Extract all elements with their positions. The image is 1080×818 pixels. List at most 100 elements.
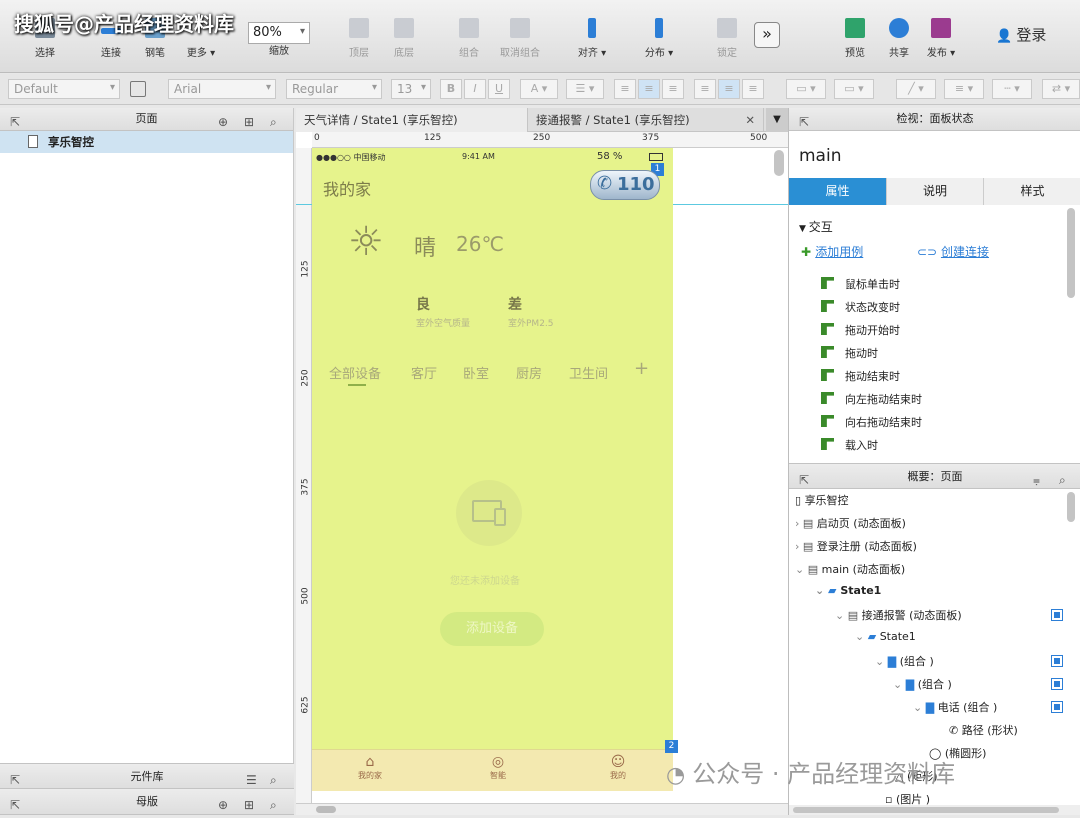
style-select[interactable]: Default [8, 79, 120, 99]
scroll-thumb[interactable] [316, 806, 336, 813]
event-item[interactable]: 鼠标单击时 [821, 276, 900, 292]
underline-button[interactable]: U [488, 79, 510, 99]
event-item[interactable]: 载入时 [821, 437, 878, 453]
ungroup-button[interactable]: 取消组合 [490, 14, 550, 59]
phone-mockup[interactable]: ●●●○○ 中国移动 9:41 AM 58 % 1 我的家 ✆ 110 ☼ 晴 … [312, 148, 673, 791]
add-folder-icon[interactable]: ⊞ [244, 792, 254, 818]
event-item[interactable]: 拖动时 [821, 345, 878, 361]
tab-weather-detail[interactable]: 天气详情 / State1 (享乐智控) [296, 108, 528, 132]
nav-home[interactable]: ⌂ 我的家 [352, 754, 388, 781]
font-weight-select[interactable]: Regular [286, 79, 382, 99]
design-canvas[interactable]: 0 125 250 375 500 125 250 375 500 625 ●●… [296, 132, 788, 803]
event-item[interactable]: 向左拖动结束时 [821, 391, 922, 407]
tab-alarm[interactable]: 接通报警 / State1 (享乐智控) ✕ [528, 108, 764, 132]
style-edit-icon[interactable] [130, 81, 146, 97]
visibility-checkbox[interactable] [1051, 701, 1063, 713]
tabs-dropdown-icon[interactable]: ▼ [766, 108, 788, 132]
valign-bottom-button[interactable]: ≡ [742, 79, 764, 99]
outline-item[interactable]: › ▤ 登录注册 (动态面板) [795, 538, 917, 554]
publish-button[interactable]: 发布 ▾ [912, 14, 970, 59]
nav-me[interactable]: ☺ 我的 [600, 754, 636, 781]
search-icon[interactable]: ⌕ [1059, 467, 1066, 493]
outline-item[interactable]: ⌄ ▤ main (动态面板) [795, 561, 905, 577]
vertical-scrollbar[interactable] [774, 150, 784, 176]
event-item[interactable]: 向右拖动结束时 [821, 414, 922, 430]
scroll-thumb[interactable] [793, 807, 1059, 813]
collapse-icon[interactable]: ⇱ [10, 792, 20, 818]
ungroup-icon [510, 18, 530, 38]
tab-style[interactable]: 样式 [984, 178, 1080, 205]
valign-top-button[interactable]: ≡ [694, 79, 716, 99]
pages-panel-header: ⇱ 页面 ⊕ ⊞ ⌕ [0, 108, 293, 131]
outline-item[interactable]: ⌄ ▇ (组合 ) [875, 653, 934, 669]
visibility-checkbox[interactable] [1051, 655, 1063, 667]
bold-button[interactable]: B [440, 79, 462, 99]
send-to-back-button[interactable]: 底层 [375, 14, 433, 59]
align-center-button[interactable]: ≡ [638, 79, 660, 99]
outline-item[interactable]: ✆ 路径 (形状) [949, 722, 1018, 738]
event-item[interactable]: 状态改变时 [821, 299, 900, 315]
font-color-button[interactable]: A ▾ [520, 79, 558, 99]
list-button[interactable]: ☰ ▾ [566, 79, 604, 99]
outline-item[interactable]: ⌄ ▰ State1 [855, 630, 916, 643]
filter-icon[interactable]: ⩦ [1033, 467, 1040, 493]
italic-button[interactable]: I [464, 79, 486, 99]
tab-bathroom[interactable]: 卫生间 [569, 363, 608, 382]
outline-item[interactable]: ⌄ ▇ (组合 ) [893, 676, 952, 692]
align-left-button[interactable]: ≡ [614, 79, 636, 99]
outline-scrollbar[interactable] [1067, 492, 1075, 522]
tab-notes[interactable]: 说明 [887, 178, 984, 205]
outline-item[interactable]: ⌄ ▇ 电话 (组合 ) [913, 699, 997, 715]
valign-middle-button[interactable]: ≡ [718, 79, 740, 99]
line-style-button[interactable]: ┄ ▾ [992, 79, 1032, 99]
widget-name-field[interactable]: main [799, 146, 841, 166]
collapse-icon[interactable]: ⇱ [799, 111, 809, 133]
add-device-button[interactable]: 添加设备 [440, 612, 544, 646]
lock-button[interactable]: 锁定 [698, 14, 756, 59]
chevron-right-icon[interactable]: » [754, 22, 780, 48]
interactions-section[interactable]: ▼ 交互 [799, 218, 833, 235]
horizontal-scrollbar[interactable] [296, 803, 788, 815]
add-case-link[interactable]: ✚ 添加用例 [801, 243, 863, 260]
outline-item[interactable]: ⌄ ▰ State1 [815, 584, 881, 597]
line-color-button[interactable]: ╱ ▾ [896, 79, 936, 99]
align-button[interactable]: 对齐 ▾ [563, 14, 621, 59]
tab-properties[interactable]: 属性 [789, 178, 887, 205]
search-icon[interactable]: ⌕ [270, 111, 277, 133]
nav-smart[interactable]: ◎ 智能 [480, 754, 516, 781]
collapse-icon[interactable]: ⇱ [10, 111, 20, 133]
outline-item[interactable]: ▯ 享乐智控 [795, 492, 849, 508]
shadow-button[interactable]: ▭ ▾ [834, 79, 874, 99]
add-page-icon[interactable]: ⊕ [218, 111, 228, 133]
event-item[interactable]: 拖动结束时 [821, 368, 900, 384]
add-master-icon[interactable]: ⊕ [218, 792, 228, 818]
font-size-select[interactable]: 13 [391, 79, 431, 99]
line-width-button[interactable]: ≡ ▾ [944, 79, 984, 99]
call-button[interactable]: ✆ 110 [590, 170, 660, 200]
font-select[interactable]: Arial [168, 79, 276, 99]
add-room-icon[interactable]: + [634, 358, 649, 379]
visibility-checkbox[interactable] [1051, 609, 1063, 621]
tab-living-room[interactable]: 客厅 [411, 363, 437, 382]
event-item[interactable]: 拖动开始时 [821, 322, 900, 338]
visibility-checkbox[interactable] [1051, 678, 1063, 690]
page-item[interactable]: 享乐智控 [0, 131, 293, 153]
distribute-button[interactable]: 分布 ▾ [630, 14, 688, 59]
arrow-style-button[interactable]: ⇄ ▾ [1042, 79, 1080, 99]
zoom-select[interactable]: 80% [248, 22, 310, 44]
fill-color-button[interactable]: ▭ ▾ [786, 79, 826, 99]
add-folder-icon[interactable]: ⊞ [244, 111, 254, 133]
collapse-icon[interactable]: ⇱ [799, 467, 809, 493]
close-icon[interactable]: ✕ [745, 108, 755, 132]
search-icon[interactable]: ⌕ [270, 792, 277, 818]
login-button[interactable]: 👤 登录 [996, 24, 1046, 45]
tab-kitchen[interactable]: 厨房 [516, 363, 542, 382]
inspector-scrollbar[interactable] [1067, 208, 1075, 298]
create-link-link[interactable]: ⊂⊃ 创建连接 [917, 243, 989, 260]
tab-all-devices[interactable]: 全部设备 [329, 363, 381, 382]
outline-hscroll[interactable] [789, 805, 1080, 815]
align-right-button[interactable]: ≡ [662, 79, 684, 99]
outline-item[interactable]: ⌄ ▤ 接通报警 (动态面板) [835, 607, 962, 623]
outline-item[interactable]: › ▤ 启动页 (动态面板) [795, 515, 906, 531]
tab-bedroom[interactable]: 卧室 [463, 363, 489, 382]
